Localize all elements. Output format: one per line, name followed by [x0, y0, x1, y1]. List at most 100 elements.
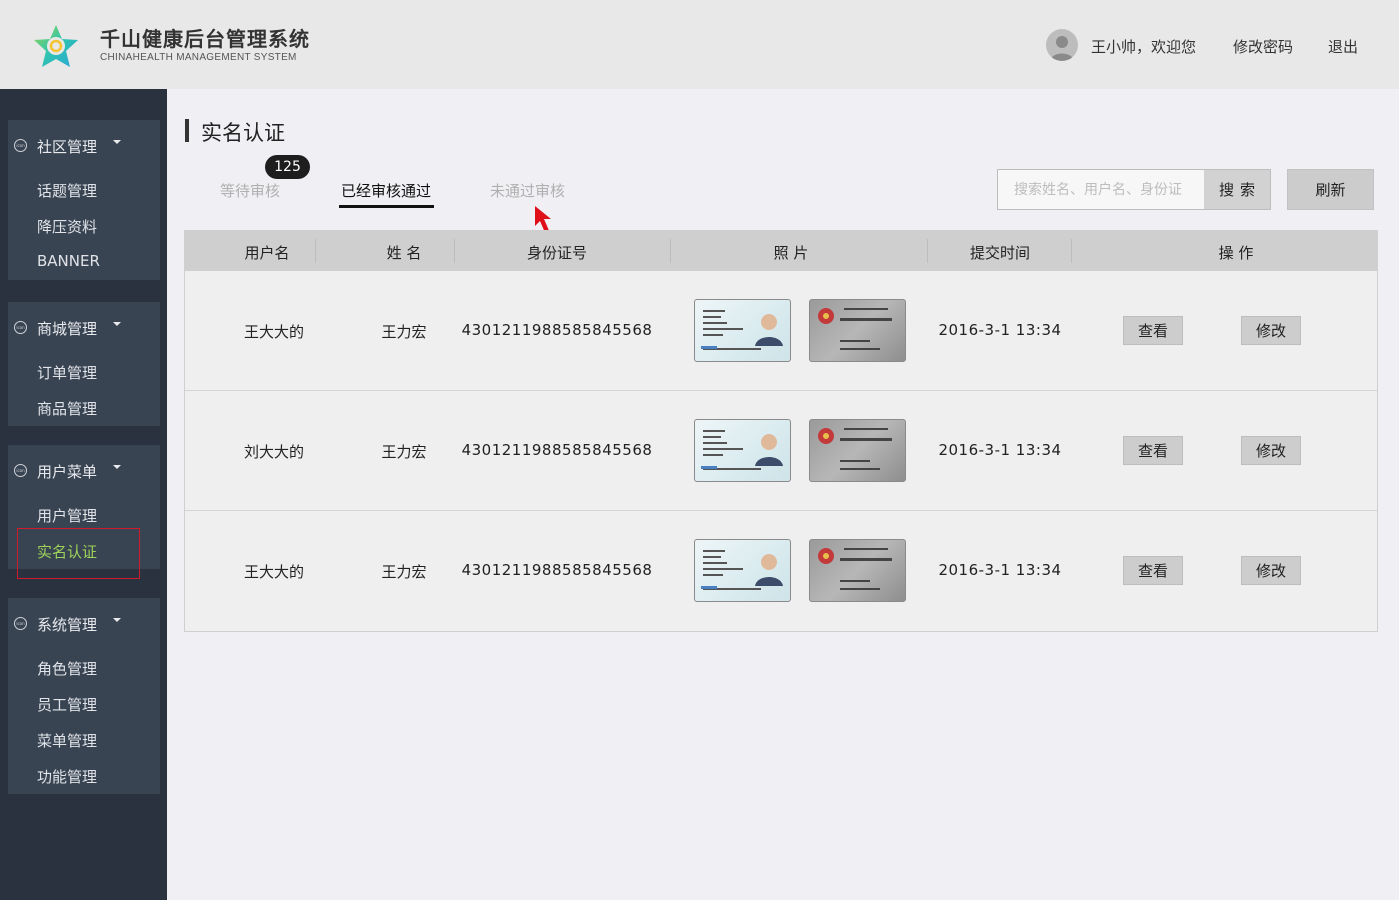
- column-divider: [670, 239, 671, 263]
- menu-icon: icon: [14, 139, 27, 152]
- sidebar-item-label: 员工管理: [37, 696, 98, 714]
- column-header-name: 姓 名: [386, 244, 422, 262]
- cell-username: 王大大的: [243, 563, 305, 581]
- edit-button[interactable]: 修改: [1241, 316, 1301, 345]
- cell-id-number: 4301211988585845568: [461, 321, 653, 339]
- id-card-back-photo[interactable]: [809, 419, 906, 482]
- column-divider: [315, 239, 316, 263]
- page-title: 实名认证: [201, 121, 285, 145]
- welcome-text: 王小帅，欢迎您: [1091, 38, 1197, 56]
- id-card-back-photo[interactable]: [809, 299, 906, 362]
- table-row: 王大大的 王力宏 4301211988585845568 2016-3-1 13…: [185, 271, 1377, 391]
- nav-group-community-toggle[interactable]: icon 社区管理: [8, 120, 160, 172]
- nav-group-system-toggle[interactable]: icon 系统管理: [8, 598, 160, 650]
- cell-submit-time: 2016-3-1 13:34: [938, 441, 1062, 459]
- sidebar-item-topics[interactable]: 话题管理: [8, 172, 160, 208]
- tab-pending[interactable]: 等待审核: [220, 180, 280, 201]
- id-card-front-photo[interactable]: [694, 299, 791, 362]
- user-icon: [1050, 36, 1074, 61]
- nav-group-system: icon 系统管理 角色管理 员工管理 菜单管理 功能管理: [8, 598, 160, 794]
- tab-approved[interactable]: 已经审核通过: [341, 180, 431, 201]
- menu-icon: icon: [14, 464, 27, 477]
- id-card-back-photo[interactable]: [809, 539, 906, 602]
- tab-rejected[interactable]: 未通过审核: [490, 180, 565, 201]
- nav-group-mall-toggle[interactable]: icon 商城管理: [8, 302, 160, 354]
- edit-button[interactable]: 修改: [1241, 556, 1301, 585]
- table-header: 用户名 姓 名 身份证号 照 片 提交时间 操 作: [185, 231, 1377, 271]
- cell-submit-time: 2016-3-1 13:34: [938, 321, 1062, 339]
- caret-down-icon: [113, 465, 121, 469]
- column-header-submit-time: 提交时间: [969, 244, 1031, 262]
- sidebar-item-label: 菜单管理: [37, 732, 98, 750]
- sidebar-item-label: 降压资料: [37, 218, 98, 236]
- sidebar-item-label: BANNER: [37, 252, 100, 270]
- table-row: 刘大大的 王力宏 4301211988585845568 2016-3-1 13…: [185, 391, 1377, 511]
- sidebar-item-menus[interactable]: 菜单管理: [8, 722, 160, 758]
- menu-icon: icon: [14, 617, 27, 630]
- cell-name: 王力宏: [381, 323, 427, 341]
- id-card-front-photo[interactable]: [694, 419, 791, 482]
- sidebar-item-label: 功能管理: [37, 768, 98, 786]
- brand-name: 千山健康后台管理系统: [100, 27, 310, 51]
- logo-icon: [34, 25, 78, 67]
- caret-down-icon: [113, 618, 121, 622]
- edit-button[interactable]: 修改: [1241, 436, 1301, 465]
- nav-group-label: 用户菜单: [37, 463, 98, 481]
- search-input[interactable]: [998, 170, 1204, 209]
- sidebar-item-orders[interactable]: 订单管理: [8, 354, 160, 390]
- column-divider: [1071, 239, 1072, 263]
- sidebar-item-functions[interactable]: 功能管理: [8, 758, 160, 794]
- table-row: 王大大的 王力宏 4301211988585845568 2016-3-1 13…: [185, 511, 1377, 631]
- verification-table: 用户名 姓 名 身份证号 照 片 提交时间 操 作 王大大的 王力宏 43012…: [184, 230, 1378, 632]
- change-password-link[interactable]: 修改密码: [1233, 36, 1293, 57]
- title-accent-bar: [185, 119, 189, 142]
- search-box: 搜索: [997, 169, 1271, 210]
- sidebar-item-label: 角色管理: [37, 660, 98, 678]
- nav-group-label: 商城管理: [37, 320, 98, 338]
- view-button[interactable]: 查看: [1123, 316, 1183, 345]
- sidebar-item-products[interactable]: 商品管理: [8, 390, 160, 426]
- cell-name: 王力宏: [381, 443, 427, 461]
- avatar[interactable]: [1046, 29, 1078, 61]
- sidebar-item-roles[interactable]: 角色管理: [8, 650, 160, 686]
- nav-group-users-toggle[interactable]: icon 用户菜单: [8, 445, 160, 497]
- active-tab-underline: [339, 205, 434, 208]
- sidebar-item-label: 话题管理: [37, 182, 98, 200]
- nav-group-label: 系统管理: [37, 616, 98, 634]
- id-card-front-photo[interactable]: [694, 539, 791, 602]
- column-header-actions: 操 作: [1218, 244, 1254, 262]
- column-header-photo: 照 片: [773, 244, 809, 262]
- refresh-button[interactable]: 刷新: [1287, 169, 1374, 210]
- search-button[interactable]: 搜索: [1204, 170, 1270, 209]
- cell-username: 王大大的: [243, 323, 305, 341]
- top-header: 千山健康后台管理系统 CHINAHEALTH MANAGEMENT SYSTEM…: [0, 0, 1399, 89]
- cell-id-number: 4301211988585845568: [461, 561, 653, 579]
- column-divider: [927, 239, 928, 263]
- view-button[interactable]: 查看: [1123, 556, 1183, 585]
- sidebar-item-staff[interactable]: 员工管理: [8, 686, 160, 722]
- sidebar-item-label: 商品管理: [37, 400, 98, 418]
- cell-username: 刘大大的: [243, 443, 305, 461]
- nav-group-mall: icon 商城管理 订单管理 商品管理: [8, 302, 160, 426]
- column-header-id-number: 身份证号: [526, 244, 588, 262]
- view-button[interactable]: 查看: [1123, 436, 1183, 465]
- cell-submit-time: 2016-3-1 13:34: [938, 561, 1062, 579]
- caret-down-icon: [113, 322, 121, 326]
- logout-link[interactable]: 退出: [1328, 36, 1358, 57]
- nav-group-label: 社区管理: [37, 138, 98, 156]
- column-header-username: 用户名: [244, 244, 290, 262]
- column-divider: [454, 239, 455, 263]
- sidebar-item-label: 订单管理: [37, 364, 98, 382]
- active-item-highlight: [17, 528, 140, 579]
- caret-down-icon: [113, 140, 121, 144]
- sidebar-item-banner[interactable]: BANNER: [8, 244, 160, 280]
- nav-group-community: icon 社区管理 话题管理 降压资料 BANNER: [8, 120, 160, 280]
- sidebar-item-label: 用户管理: [37, 507, 98, 525]
- cell-id-number: 4301211988585845568: [461, 441, 653, 459]
- cell-name: 王力宏: [381, 563, 427, 581]
- sidebar-item-hypertension-docs[interactable]: 降压资料: [8, 208, 160, 244]
- menu-icon: icon: [14, 321, 27, 334]
- brand-subtitle: CHINAHEALTH MANAGEMENT SYSTEM: [100, 52, 297, 63]
- sidebar: icon 社区管理 话题管理 降压资料 BANNER icon 商城管理 订单管…: [0, 89, 167, 900]
- pending-count-badge: 125: [265, 155, 310, 179]
